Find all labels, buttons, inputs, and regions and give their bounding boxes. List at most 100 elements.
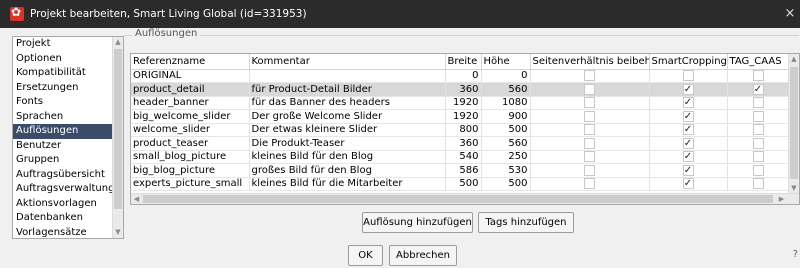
keep-ratio-checkbox-cell bbox=[530, 150, 650, 164]
smart-cropping-checkbox[interactable]: ✓ bbox=[682, 83, 694, 95]
tag-caas-checkbox[interactable] bbox=[752, 137, 764, 149]
category-item[interactable]: Aktionsvorlagen bbox=[13, 197, 123, 212]
close-icon[interactable]: × bbox=[780, 0, 800, 28]
scroll-thumb[interactable] bbox=[143, 195, 773, 203]
tag-caas-checkbox[interactable] bbox=[752, 70, 764, 81]
tag-caas-checkbox[interactable] bbox=[752, 124, 764, 135]
add-tags-button[interactable]: Tags hinzufügen bbox=[478, 212, 574, 233]
scroll-up-icon[interactable]: ▲ bbox=[113, 37, 123, 48]
table-row[interactable]: experts_picture_small kleines Bild für di… bbox=[131, 177, 790, 191]
smart-cropping-checkbox-cell bbox=[649, 69, 728, 83]
scroll-thumb[interactable] bbox=[790, 67, 798, 179]
category-item[interactable]: Auflösungen bbox=[13, 124, 123, 139]
keep-ratio-checkbox[interactable] bbox=[584, 124, 595, 135]
keep-ratio-checkbox[interactable] bbox=[584, 164, 595, 176]
table-row[interactable]: big_blog_picture großes Bild für den Blog… bbox=[131, 163, 790, 178]
category-item[interactable]: Projekt bbox=[13, 37, 123, 52]
column-header[interactable]: Referenzname bbox=[131, 54, 250, 70]
column-header[interactable]: Kommentar bbox=[249, 54, 446, 70]
smart-cropping-checkbox[interactable]: ✓ bbox=[682, 137, 694, 149]
keep-ratio-checkbox[interactable] bbox=[584, 97, 595, 108]
tag-caas-checkbox[interactable] bbox=[752, 97, 764, 108]
comment-cell bbox=[249, 69, 446, 83]
category-list[interactable]: Projekt Optionen Kompatibilität Ersetzungen… bbox=[12, 36, 124, 239]
column-header[interactable]: Höhe bbox=[481, 54, 531, 70]
category-item[interactable]: Fonts bbox=[13, 95, 123, 110]
table-row[interactable]: header_banner für das Banner des headers 1… bbox=[131, 96, 790, 110]
keep-ratio-checkbox[interactable] bbox=[584, 83, 595, 95]
keep-ratio-checkbox[interactable] bbox=[584, 137, 595, 149]
tag-caas-checkbox-cell bbox=[727, 163, 790, 178]
smart-cropping-checkbox[interactable]: ✓ bbox=[682, 151, 694, 162]
add-resolution-button[interactable]: Auflösung hinzufügen bbox=[362, 212, 473, 233]
smart-cropping-checkbox-cell: ✓ bbox=[649, 177, 728, 191]
smart-cropping-checkbox[interactable] bbox=[682, 70, 694, 81]
tag-caas-checkbox[interactable]: ✓ bbox=[752, 83, 764, 95]
smart-cropping-checkbox[interactable]: ✓ bbox=[682, 164, 694, 176]
category-item[interactable]: Auftragsübersicht bbox=[13, 168, 123, 183]
smart-cropping-checkbox-cell: ✓ bbox=[649, 123, 728, 137]
category-item[interactable]: Sprachen bbox=[13, 110, 123, 125]
width-cell: 0 bbox=[445, 69, 482, 83]
category-item[interactable]: Vorlagensätze bbox=[13, 226, 123, 239]
tag-caas-checkbox[interactable] bbox=[752, 151, 764, 162]
smart-cropping-checkbox[interactable]: ✓ bbox=[682, 97, 694, 108]
resolution-name-cell: welcome_slider bbox=[131, 123, 250, 137]
keep-ratio-checkbox-cell bbox=[530, 136, 650, 151]
title-bar[interactable]: Projekt bearbeiten, Smart Living Global … bbox=[0, 0, 800, 28]
tag-caas-checkbox[interactable] bbox=[752, 110, 764, 122]
width-cell: 1920 bbox=[445, 109, 482, 124]
table-row[interactable]: product_detail für Product-Detail Bilder 3… bbox=[131, 82, 790, 97]
scroll-down-icon[interactable]: ▼ bbox=[113, 227, 123, 238]
category-item[interactable]: Ersetzungen bbox=[13, 81, 123, 96]
resolutions-table[interactable]: Referenzname Kommentar Breite Höhe Seitenver… bbox=[130, 53, 800, 205]
height-cell: 500 bbox=[481, 177, 531, 191]
smart-cropping-checkbox-cell: ✓ bbox=[649, 82, 728, 97]
height-cell: 530 bbox=[481, 163, 531, 178]
category-item[interactable]: Datenbanken bbox=[13, 211, 123, 226]
height-cell: 250 bbox=[481, 150, 531, 164]
category-item[interactable]: Benutzer bbox=[13, 139, 123, 154]
tag-caas-checkbox[interactable] bbox=[752, 178, 764, 189]
width-cell: 1920 bbox=[445, 96, 482, 110]
keep-ratio-checkbox-cell bbox=[530, 69, 650, 83]
table-row[interactable]: ORIGINAL 0 0 bbox=[131, 69, 790, 83]
keep-ratio-checkbox[interactable] bbox=[584, 70, 595, 81]
smart-cropping-checkbox[interactable]: ✓ bbox=[682, 110, 694, 122]
cancel-button[interactable]: Abbrechen bbox=[389, 245, 457, 266]
category-item[interactable]: Kompatibilität bbox=[13, 66, 123, 81]
ok-button[interactable]: OK bbox=[348, 245, 383, 266]
category-list-scrollbar[interactable]: ▲ ▼ bbox=[112, 37, 123, 238]
smart-cropping-checkbox[interactable]: ✓ bbox=[682, 124, 694, 135]
table-row[interactable]: small_blog_picture kleines Bild für den B… bbox=[131, 150, 790, 164]
table-horizontal-scrollbar[interactable]: ◀ ▶ bbox=[131, 193, 799, 204]
table-row[interactable]: welcome_slider Der etwas kleinere Slider 8… bbox=[131, 123, 790, 137]
table-row[interactable]: product_teaser Die Produkt-Teaser 360 560 ✓ bbox=[131, 136, 790, 151]
keep-ratio-checkbox[interactable] bbox=[584, 151, 595, 162]
tag-caas-checkbox-cell bbox=[727, 123, 790, 137]
tag-caas-checkbox[interactable] bbox=[752, 164, 764, 176]
keep-ratio-checkbox-cell bbox=[530, 82, 650, 97]
keep-ratio-checkbox[interactable] bbox=[584, 178, 595, 189]
column-header[interactable]: TAG_CAAS bbox=[727, 54, 790, 70]
resolution-name-cell: big_welcome_slider bbox=[131, 109, 250, 124]
comment-cell: Die Produkt-Teaser bbox=[249, 136, 446, 151]
help-icon[interactable]: ? bbox=[793, 249, 798, 260]
category-item[interactable]: Optionen bbox=[13, 52, 123, 67]
column-header[interactable]: Seitenverhältnis beibehal... bbox=[530, 54, 650, 70]
smart-cropping-checkbox[interactable]: ✓ bbox=[682, 178, 694, 189]
resolution-name-cell: product_detail bbox=[131, 82, 250, 97]
scroll-up-icon[interactable]: ▲ bbox=[789, 54, 799, 65]
width-cell: 360 bbox=[445, 136, 482, 151]
scroll-thumb[interactable] bbox=[114, 49, 122, 209]
project-icon bbox=[10, 5, 24, 21]
keep-ratio-checkbox[interactable] bbox=[584, 110, 595, 122]
category-item[interactable]: Gruppen bbox=[13, 153, 123, 168]
column-header[interactable]: Breite bbox=[445, 54, 482, 70]
table-row[interactable]: big_welcome_slider Der große Welcome Slid… bbox=[131, 109, 790, 124]
column-header[interactable]: SmartCropping bbox=[649, 54, 728, 70]
scroll-right-icon[interactable]: ▶ bbox=[776, 194, 787, 204]
category-item[interactable]: Auftragsverwaltung bbox=[13, 182, 123, 197]
table-vertical-scrollbar[interactable]: ▲ ▼ bbox=[788, 54, 799, 194]
scroll-left-icon[interactable]: ◀ bbox=[131, 194, 142, 204]
